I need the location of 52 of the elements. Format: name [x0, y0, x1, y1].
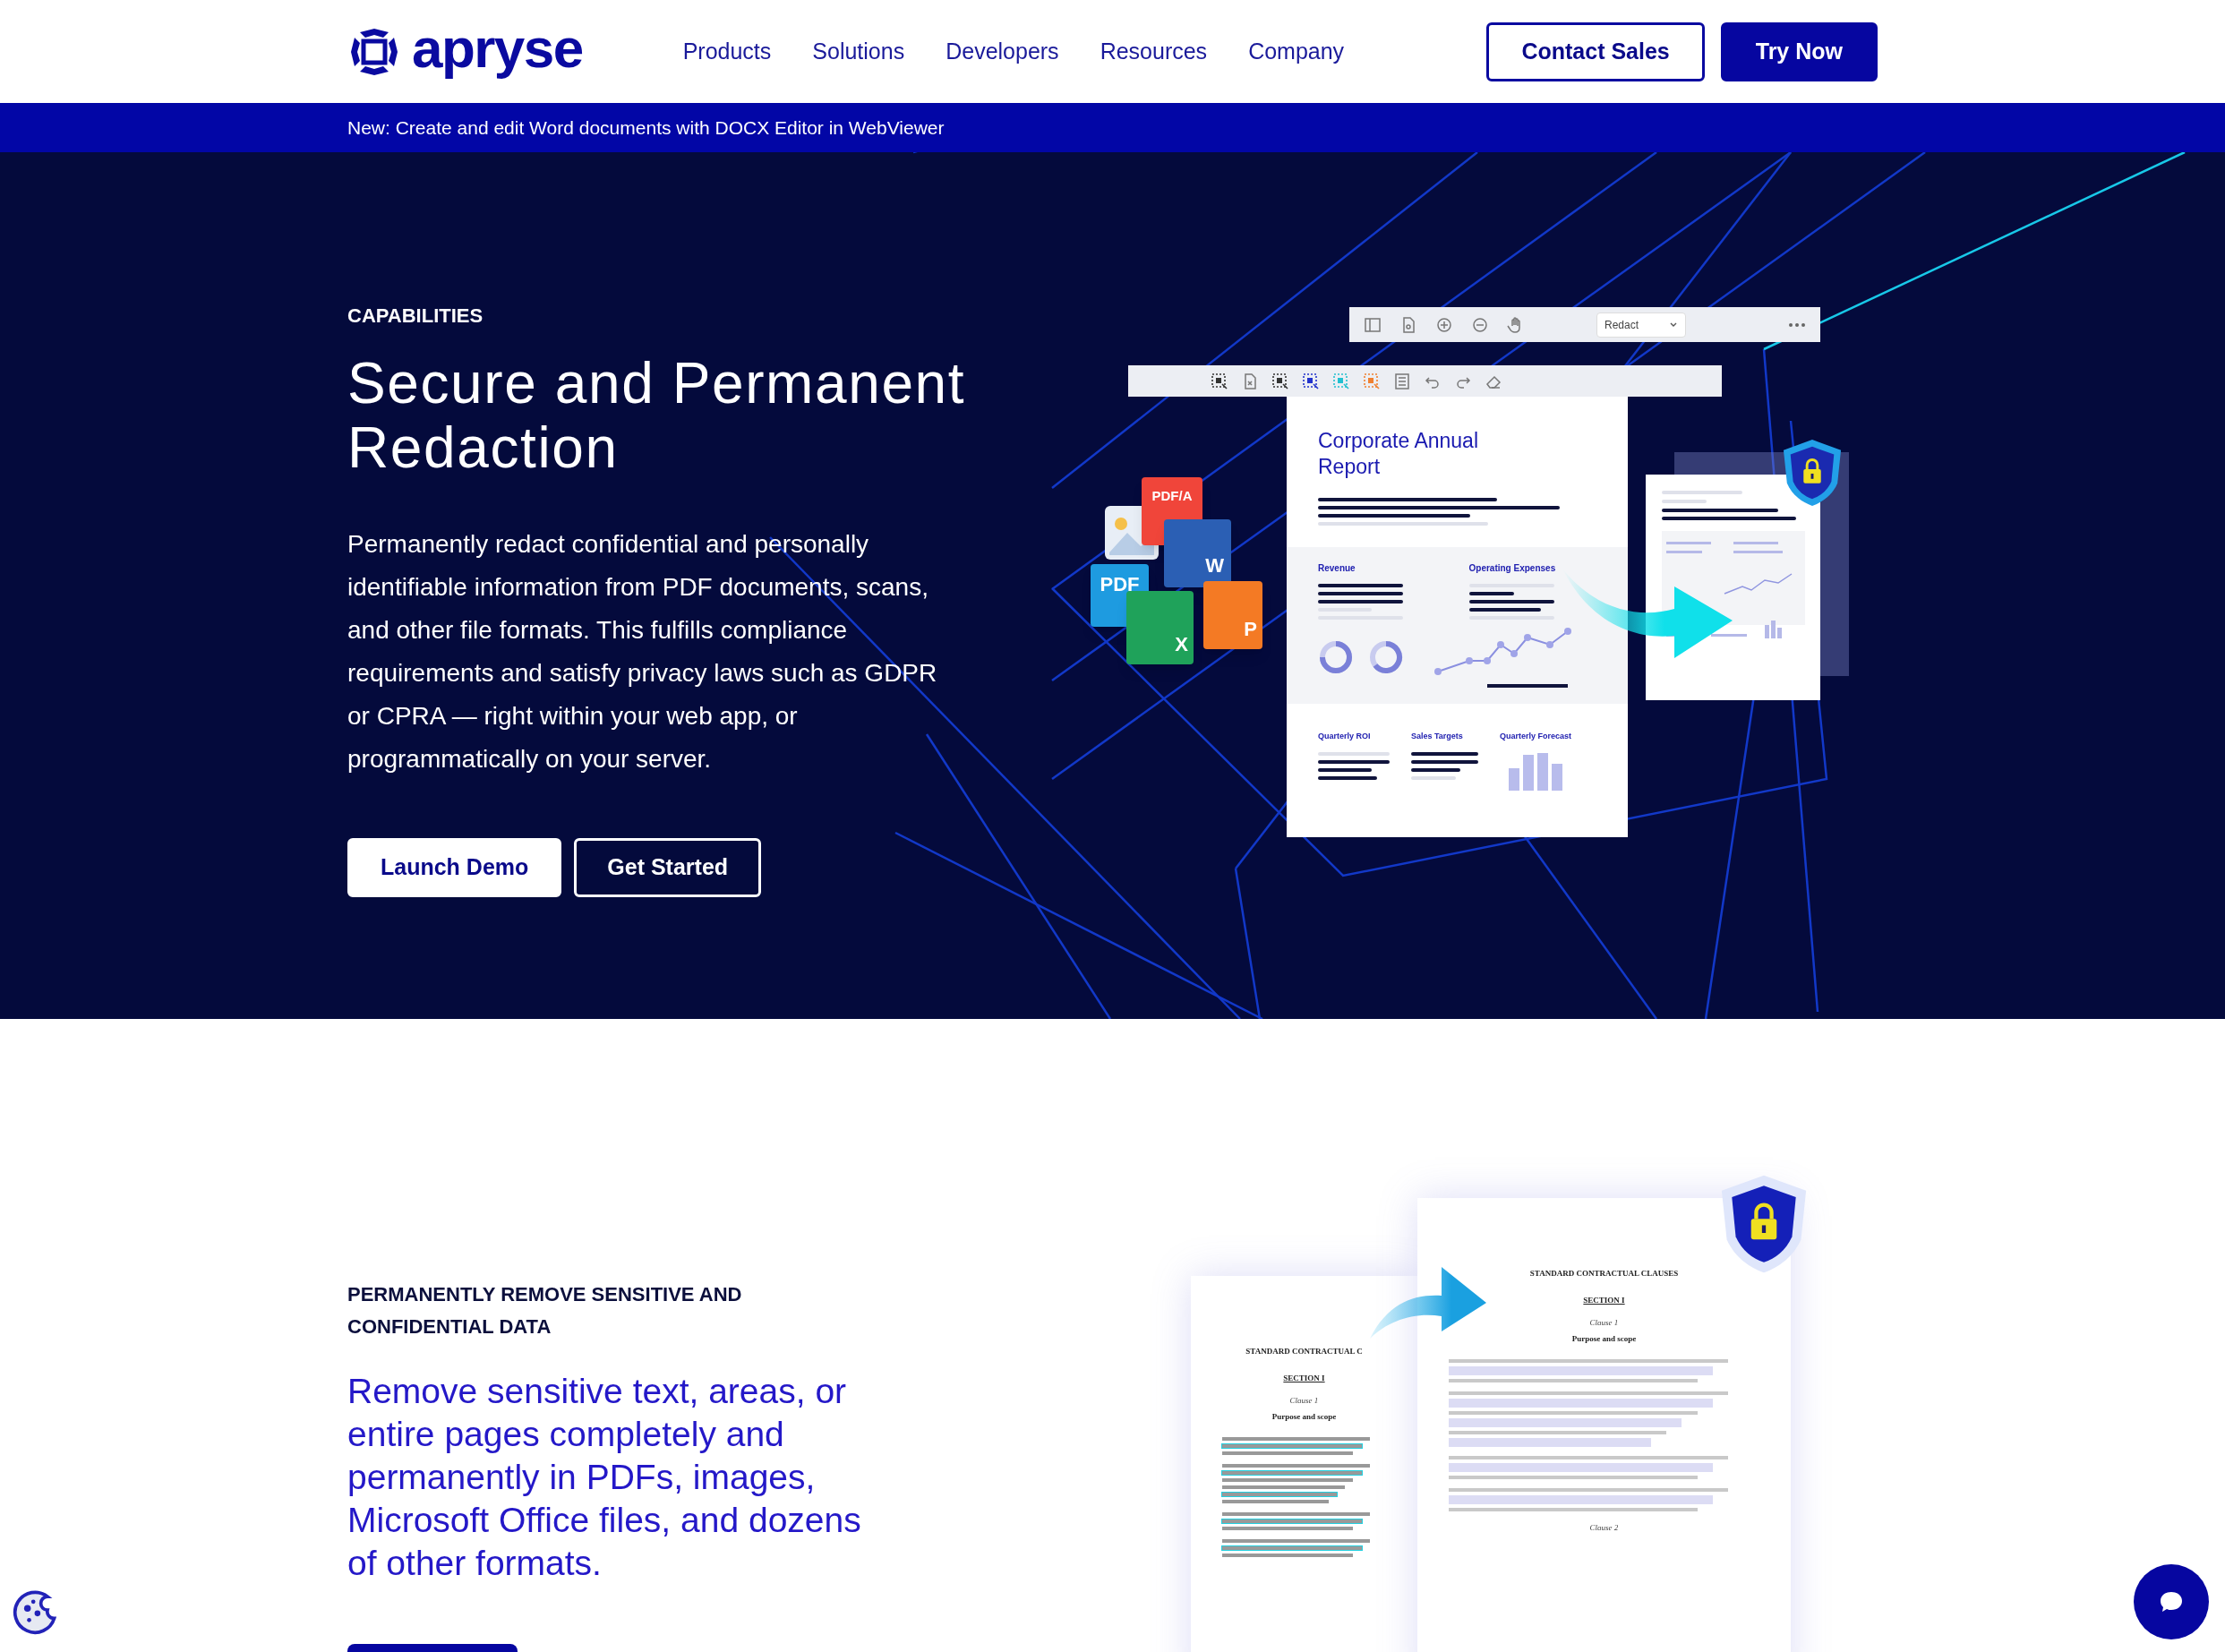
shield-lock-icon	[1782, 437, 1843, 509]
text-line	[1411, 775, 1456, 780]
clause-heading: Clause 2	[1589, 1522, 1619, 1534]
nav-link[interactable]: Developers	[946, 34, 1059, 69]
arrow-icon	[1370, 1267, 1486, 1339]
contact-sales-button[interactable]: Contact Sales	[1486, 21, 1705, 81]
section-heading: SECTION I	[1283, 1372, 1325, 1384]
hero-title: Secure and Permanent Redaction	[347, 351, 967, 480]
redaction-panel-icon[interactable]	[1393, 372, 1411, 390]
donut-chart-icon	[1368, 639, 1404, 675]
area-redact-icon[interactable]	[1211, 372, 1228, 390]
launch-demo-button[interactable]: Launch Demo	[347, 838, 562, 897]
section-label: Operating Expenses	[1468, 562, 1557, 575]
document-heading: STANDARD CONTRACTUAL CLAUSES	[1529, 1268, 1679, 1280]
panel-icon[interactable]	[1364, 315, 1382, 334]
eyebrow-label: CAPABILITIES	[347, 304, 484, 329]
donut-chart-icon	[1318, 639, 1354, 675]
announcement-link[interactable]: New: Create and edit Word documents with DOCX Editor in WebViewer	[347, 113, 945, 142]
logo[interactable]: apryse	[412, 20, 583, 83]
text-line	[1411, 767, 1460, 772]
more-icon[interactable]	[1788, 321, 1806, 328]
nav-link[interactable]: Resources	[1100, 34, 1208, 69]
document-heading: STANDARD CONTRACTUAL C	[1245, 1346, 1363, 1357]
text-line	[1318, 767, 1372, 772]
document-title: Corporate Annual Report	[1318, 428, 1479, 480]
clause-subtitle: Purpose and scope	[1271, 1410, 1337, 1423]
section-label: Quarterly Forecast	[1500, 731, 1573, 742]
file-badge: P	[1203, 581, 1262, 649]
section-label: Sales Targets	[1411, 731, 1464, 742]
try-now-button[interactable]: Try Now	[1720, 21, 1878, 81]
eyebrow-label: PERMANENTLY REMOVE SENSITIVE AND CONFIDENTIAL DATA	[347, 1282, 743, 1340]
box-select-icon[interactable]	[1271, 372, 1289, 390]
nav-link[interactable]: Products	[682, 34, 772, 69]
text-line	[1318, 775, 1377, 780]
nav-link[interactable]: Solutions	[812, 34, 905, 69]
nav-link[interactable]: Company	[1248, 34, 1345, 69]
section-heading: SECTION I	[1583, 1294, 1625, 1306]
text-line	[1468, 592, 1514, 595]
feature-description: Remove sensitive text, areas, or entire pages completely and permanently in PDFs, images, Microsoft Office files, and dozens of other formats.	[347, 1371, 862, 1584]
redact-dropdown[interactable]: Redact	[1596, 312, 1686, 338]
zoom-in-icon[interactable]	[1435, 315, 1453, 334]
clause-heading: Clause 1	[1589, 1317, 1619, 1329]
text-line	[1662, 500, 1707, 503]
section-label: Quarterly ROI	[1318, 731, 1372, 742]
zoom-out-icon[interactable]	[1471, 315, 1489, 334]
clause-subtitle: Purpose and scope	[1571, 1332, 1637, 1345]
box-select-icon[interactable]	[1302, 372, 1320, 390]
section-label: Revenue	[1318, 562, 1356, 575]
get-started-button[interactable]: Get Started	[574, 838, 762, 897]
file-badge: W	[1164, 519, 1231, 587]
file-badge: X	[1126, 591, 1194, 664]
clause-heading: Clause 1	[1289, 1395, 1319, 1407]
